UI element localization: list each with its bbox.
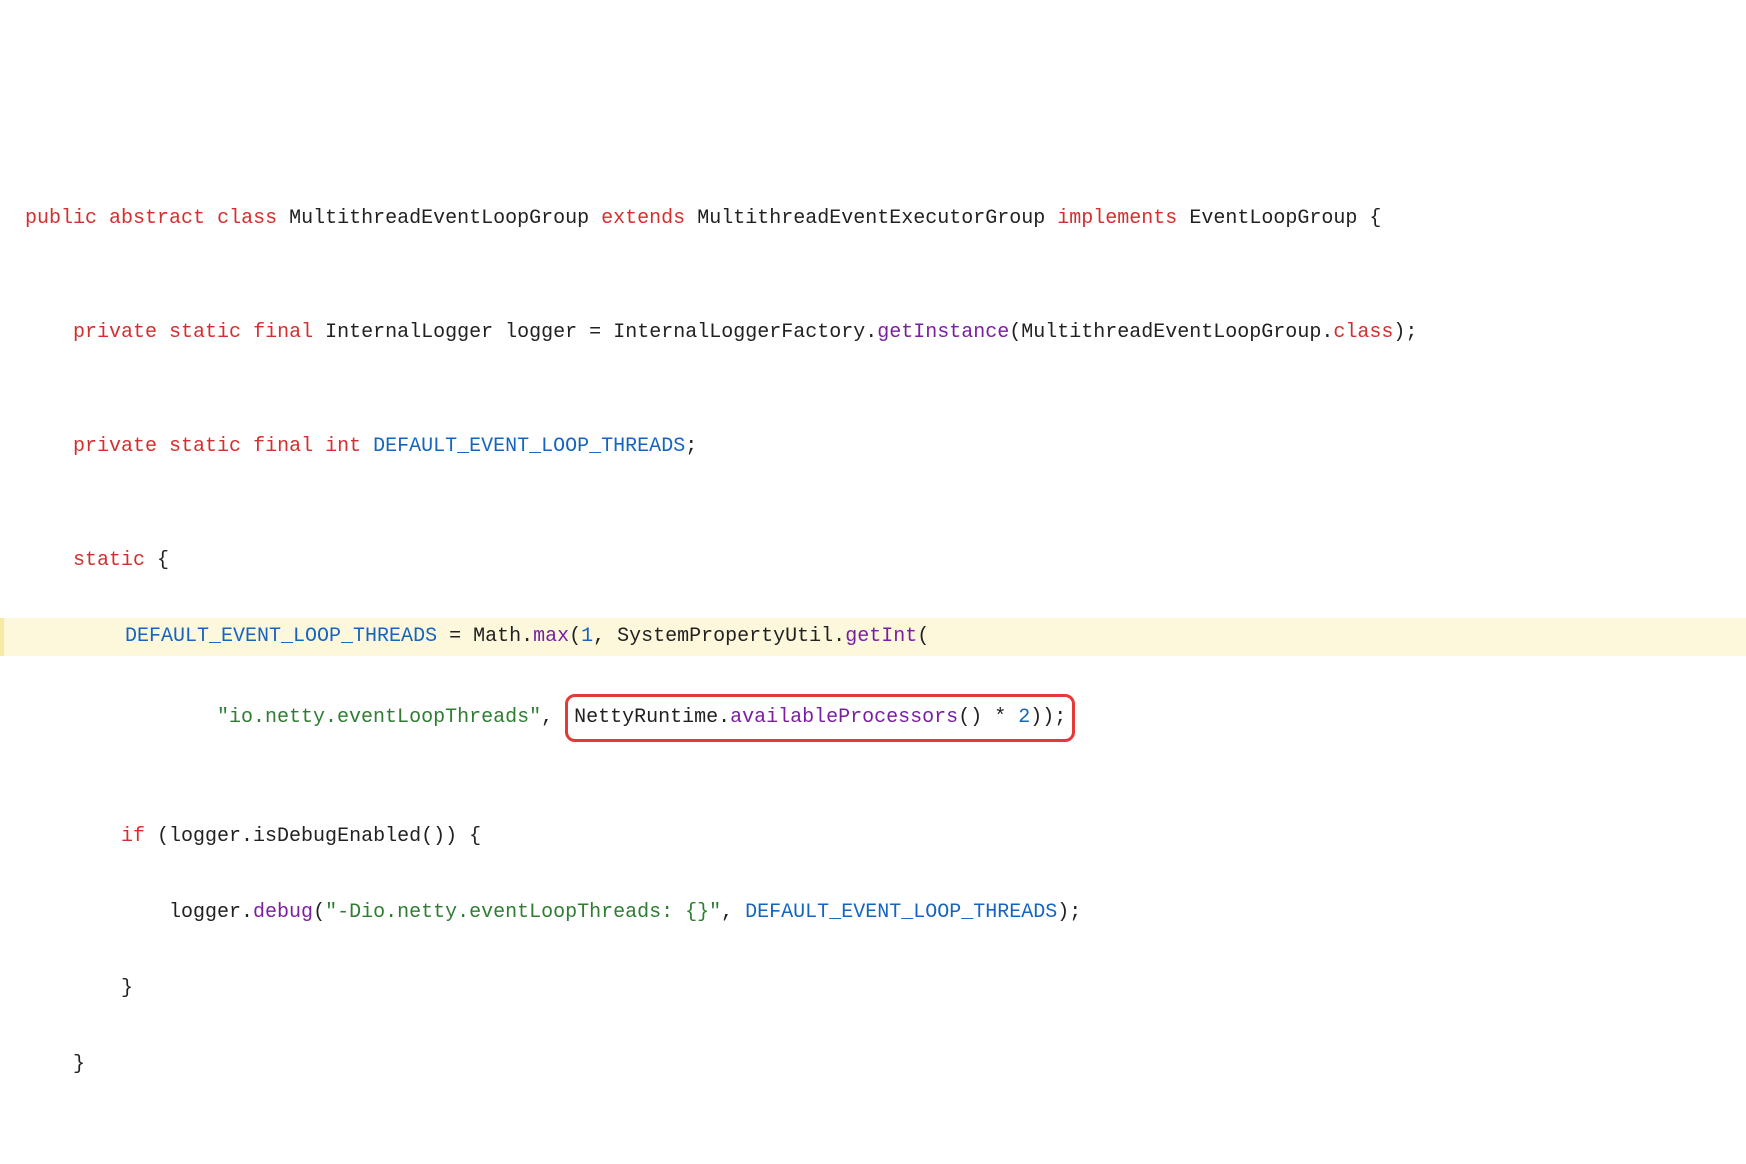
constant-name: DEFAULT_EVENT_LOOP_THREADS — [373, 435, 685, 458]
condition: (logger.isDebugEnabled()) { — [145, 825, 481, 848]
closing: )); — [1030, 706, 1066, 729]
brace: } — [121, 977, 133, 1000]
equals: = — [577, 321, 613, 344]
constant-ref: DEFAULT_EVENT_LOOP_THREADS — [745, 901, 1057, 924]
string-literal: "io.netty.eventLoopThreads" — [217, 706, 541, 729]
number-literal: 1 — [581, 625, 593, 648]
var-name: logger — [505, 321, 577, 344]
keyword-public: public — [25, 207, 97, 230]
method-getint: getInt — [845, 625, 917, 648]
code-line-4: static { — [25, 542, 1746, 580]
code-line-10: } — [25, 1046, 1746, 1084]
comma: , — [721, 901, 745, 924]
code-line-3: private static final int DEFAULT_EVENT_L… — [25, 428, 1746, 466]
comma: , — [541, 706, 565, 729]
comma-util: , SystemPropertyUtil. — [593, 625, 845, 648]
code-block: public abstract class MultithreadEventLo… — [0, 152, 1746, 1132]
expr-part: () * — [958, 706, 1018, 729]
highlighted-box: NettyRuntime.availableProcessors() * 2))… — [565, 694, 1075, 742]
keyword-abstract: abstract — [109, 207, 205, 230]
brace: } — [73, 1053, 85, 1076]
keyword-int: int — [325, 435, 361, 458]
keyword-static: static — [169, 321, 241, 344]
eq-math: = Math. — [437, 625, 533, 648]
keyword-final: final — [253, 435, 313, 458]
type-name: InternalLogger — [325, 321, 493, 344]
code-line-7: if (logger.isDebugEnabled()) { — [25, 818, 1746, 856]
keyword-static: static — [169, 435, 241, 458]
paren: ( — [569, 625, 581, 648]
keyword-implements: implements — [1057, 207, 1177, 230]
paren: ( — [313, 901, 325, 924]
code-line-8: logger.debug("-Dio.netty.eventLoopThread… — [25, 894, 1746, 932]
interface-name: EventLoopGroup — [1189, 207, 1357, 230]
code-line-6: "io.netty.eventLoopThreads", NettyRuntim… — [25, 694, 1746, 742]
method-max: max — [533, 625, 569, 648]
line-end: ); — [1393, 321, 1417, 344]
line-end: ); — [1057, 901, 1081, 924]
brace: { — [145, 549, 169, 572]
keyword-class: class — [217, 207, 277, 230]
keyword-class: class — [1333, 321, 1393, 344]
keyword-private: private — [73, 435, 157, 458]
brace: { — [1357, 207, 1381, 230]
code-line-9: } — [25, 970, 1746, 1008]
keyword-static: static — [73, 549, 145, 572]
class-ref: NettyRuntime. — [574, 706, 730, 729]
semicolon: ; — [685, 435, 697, 458]
keyword-private: private — [73, 321, 157, 344]
method-debug: debug — [253, 901, 313, 924]
keyword-if: if — [121, 825, 145, 848]
paren: ( — [917, 625, 929, 648]
code-line-2: private static final InternalLogger logg… — [25, 314, 1746, 352]
code-line-5-highlighted: DEFAULT_EVENT_LOOP_THREADS = Math.max(1,… — [0, 618, 1746, 656]
constant-name: DEFAULT_EVENT_LOOP_THREADS — [125, 625, 437, 648]
method-call: getInstance — [877, 321, 1009, 344]
logger-ref: logger. — [169, 901, 253, 924]
method-call: availableProcessors — [730, 706, 958, 729]
factory-class: InternalLoggerFactory. — [613, 321, 877, 344]
code-line-1: public abstract class MultithreadEventLo… — [25, 200, 1746, 238]
parent-class: MultithreadEventExecutorGroup — [697, 207, 1045, 230]
string-literal: "-Dio.netty.eventLoopThreads: {}" — [325, 901, 721, 924]
keyword-extends: extends — [601, 207, 685, 230]
arg-part: (MultithreadEventLoopGroup. — [1009, 321, 1333, 344]
number-literal: 2 — [1018, 706, 1030, 729]
class-name: MultithreadEventLoopGroup — [289, 207, 589, 230]
keyword-final: final — [253, 321, 313, 344]
